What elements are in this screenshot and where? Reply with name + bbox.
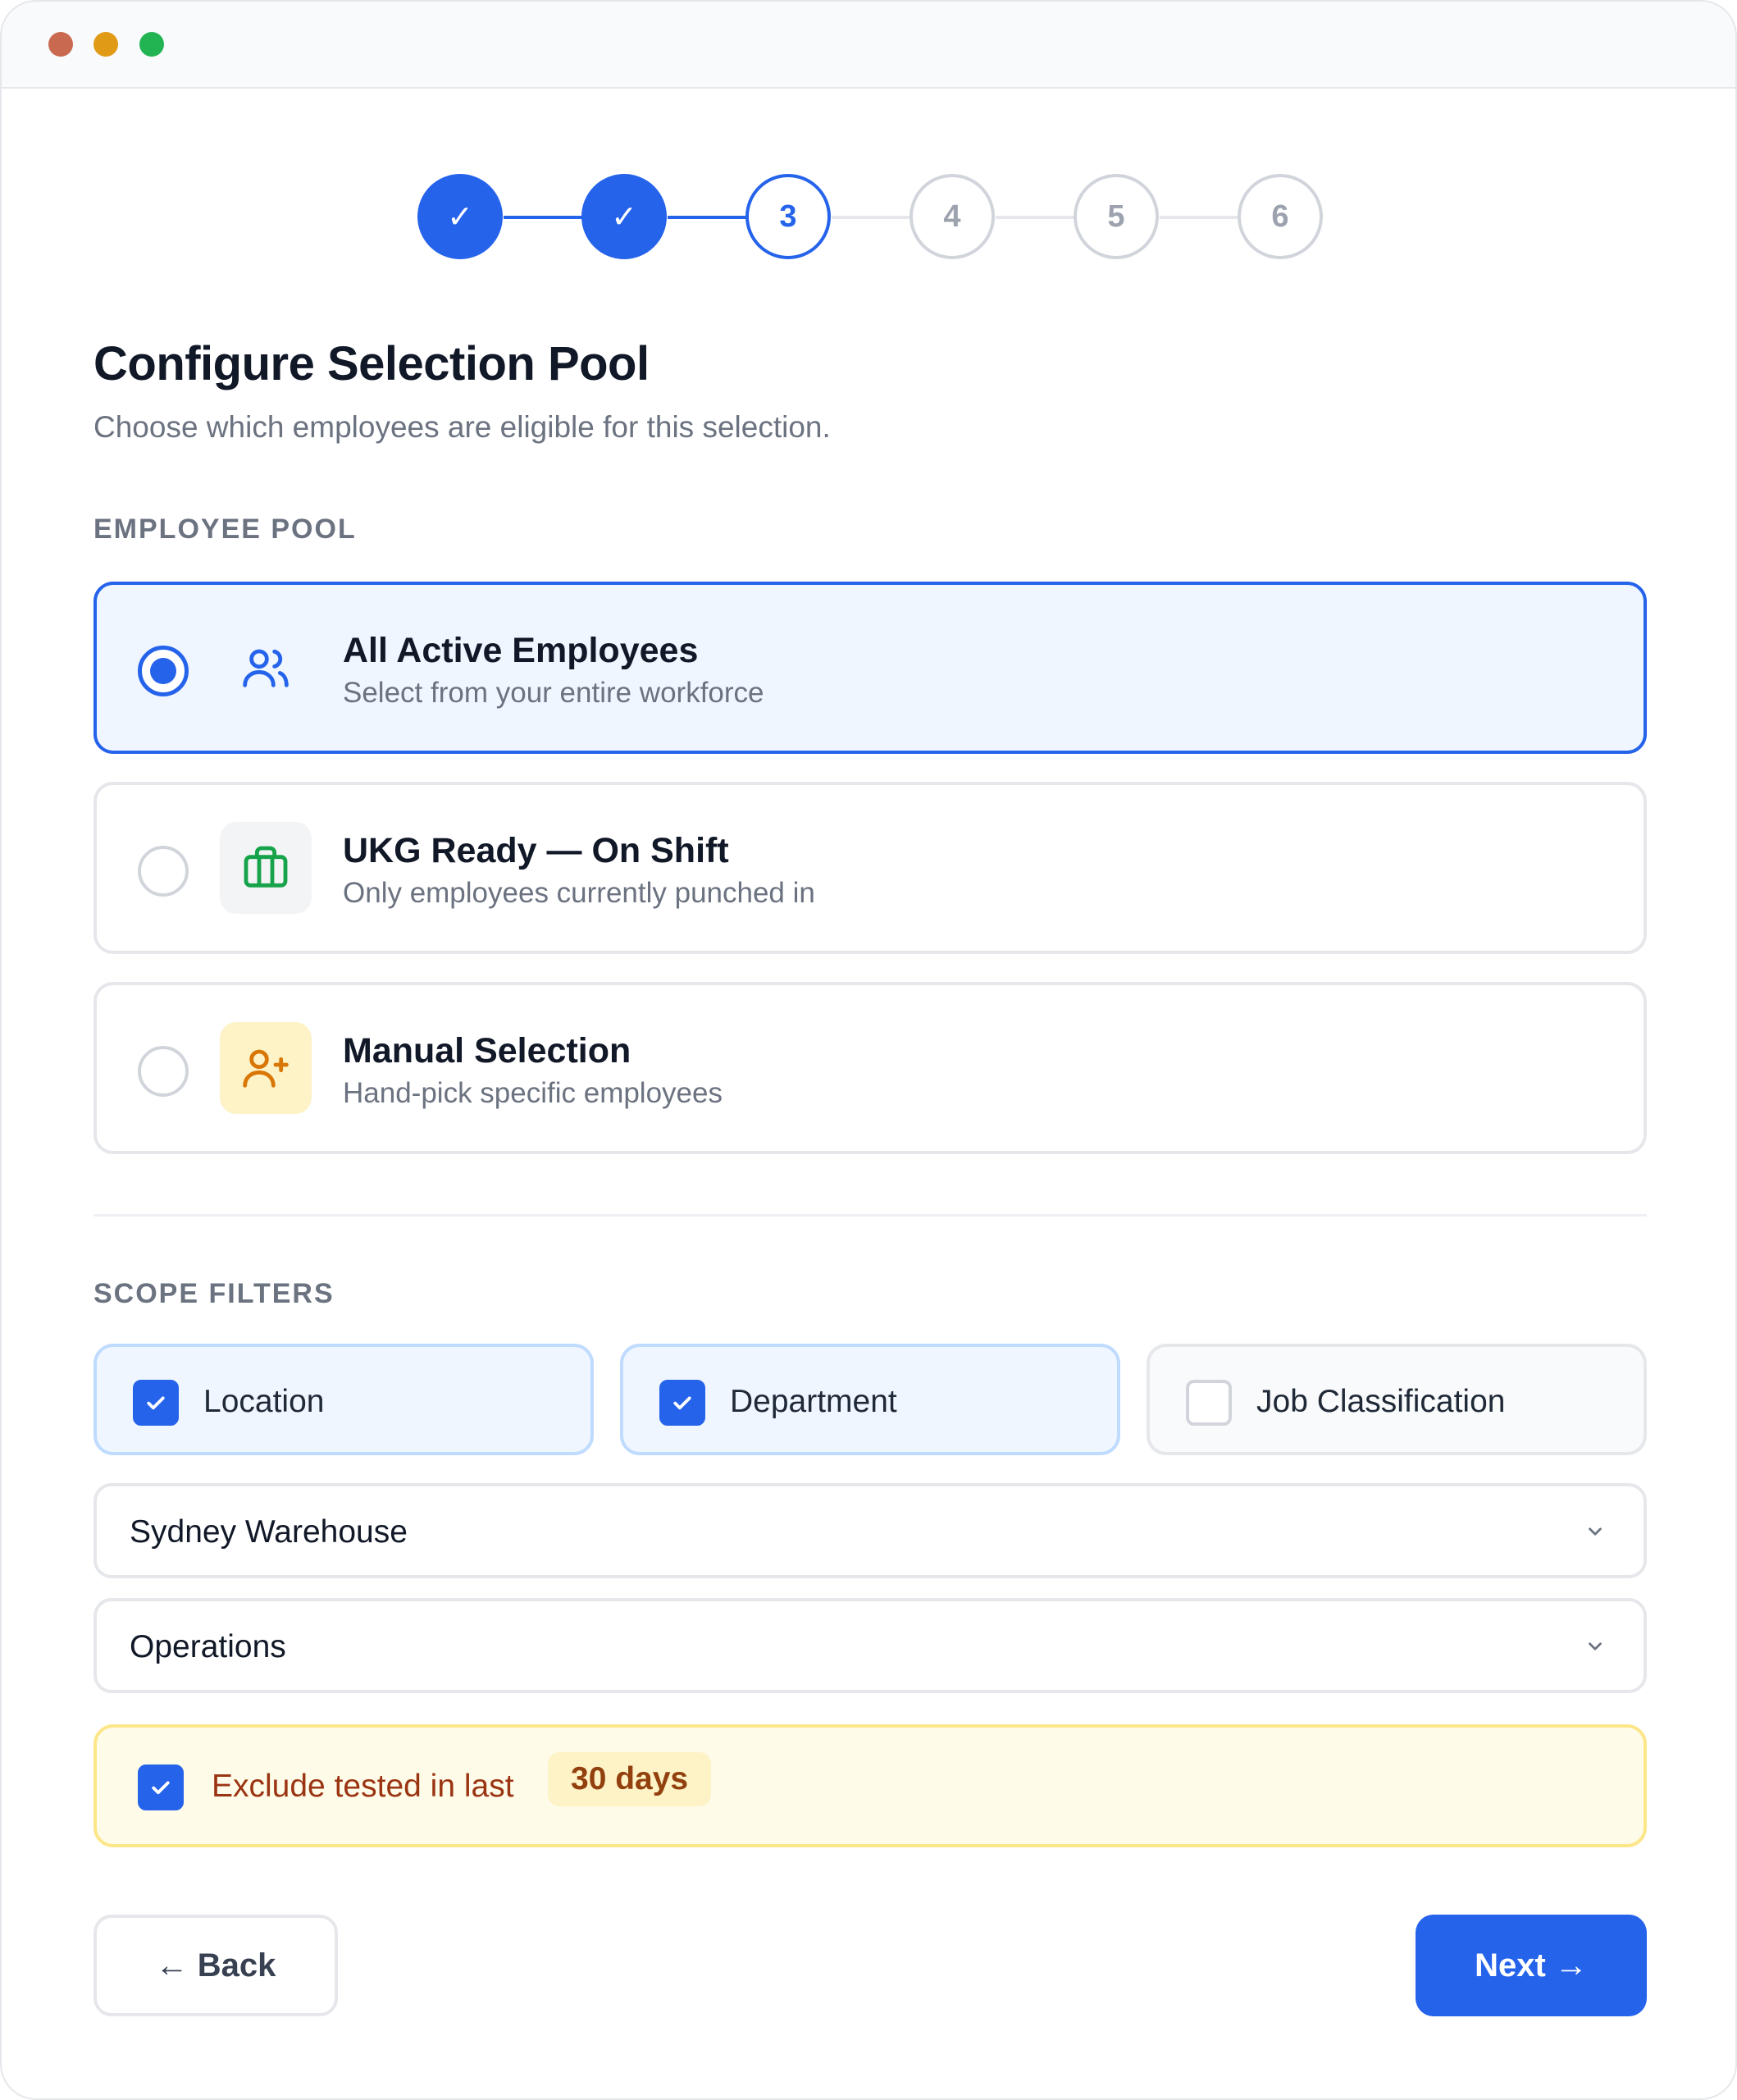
filter-location[interactable]: Location [93,1344,594,1455]
title-bar [2,2,1735,89]
check-icon: ✓ [611,199,637,235]
checkbox-unchecked[interactable] [1186,1380,1232,1426]
filter-job-classification[interactable]: Job Classification [1147,1344,1647,1455]
users-icon [220,622,312,714]
step-number: 5 [1107,199,1125,234]
filter-label: Location [203,1384,325,1419]
pool-option-all-active[interactable]: All Active Employees Select from your en… [93,582,1647,754]
checkbox-checked[interactable] [659,1380,705,1426]
pool-option-description: Select from your entire workforce [343,677,764,709]
step-connector [504,216,582,219]
page-subtitle: Choose which employees are eligible for … [93,410,831,444]
page-title: Configure Selection Pool [93,337,650,390]
step-4[interactable]: 4 [910,174,995,259]
minimize-window-button[interactable] [93,32,118,57]
radio-button[interactable] [138,846,189,897]
app-window: ✓ ✓ 3 4 5 6 Configure Selection Pool Cho… [0,0,1737,2100]
pool-option-description: Only employees currently punched in [343,877,815,909]
check-icon [147,1396,165,1410]
check-icon: ✓ [447,199,473,235]
select-value: Operations [130,1629,286,1664]
employee-pool-label: EMPLOYEE POOL [93,514,357,545]
filter-department[interactable]: Department [620,1344,1120,1455]
step-connector [1160,216,1238,219]
next-button[interactable]: Next → [1416,1915,1647,2016]
pool-option-description: Hand-pick specific employees [343,1077,723,1109]
radio-button[interactable] [138,1046,189,1097]
checkbox-checked[interactable] [138,1764,184,1810]
select-value: Sydney Warehouse [130,1514,408,1550]
step-number: 4 [943,199,961,234]
step-5[interactable]: 5 [1074,174,1159,259]
back-button[interactable]: ← Back [93,1915,338,2016]
pool-option-manual[interactable]: Manual Selection Hand-pick specific empl… [93,982,1647,1154]
step-2-complete[interactable]: ✓ [581,174,667,259]
briefcase-icon [220,822,312,914]
check-icon [152,1781,170,1795]
maximize-window-button[interactable] [139,32,164,57]
filter-label: Department [730,1384,897,1419]
step-number: 6 [1271,199,1289,234]
step-connector [668,216,746,219]
exclude-label: Exclude tested in last [212,1769,514,1804]
filter-label: Job Classification [1256,1384,1506,1419]
close-window-button[interactable] [48,32,73,57]
checkbox-checked[interactable] [133,1380,179,1426]
radio-button-selected[interactable] [138,646,189,696]
step-connector [996,216,1074,219]
pool-option-ukg-on-shift[interactable]: UKG Ready — On Shift Only employees curr… [93,782,1647,954]
section-divider [93,1214,1647,1217]
department-select[interactable]: Operations [93,1598,1647,1693]
step-1-complete[interactable]: ✓ [417,174,503,259]
days-badge[interactable]: 30 days [548,1752,712,1806]
chevron-down-icon [1589,1642,1602,1650]
check-icon [673,1396,691,1410]
step-3-current[interactable]: 3 [745,174,831,259]
exclude-recently-tested[interactable]: Exclude tested in last 30 days [93,1724,1647,1847]
progress-stepper: ✓ ✓ 3 4 5 6 [2,174,1735,261]
step-number: 3 [779,199,797,234]
chevron-down-icon [1589,1527,1602,1536]
step-connector [832,216,910,219]
pool-option-title: All Active Employees [343,631,699,670]
user-plus-icon [220,1022,312,1114]
pool-option-title: UKG Ready — On Shift [343,831,729,870]
scope-filters-label: SCOPE FILTERS [93,1278,335,1309]
step-6[interactable]: 6 [1238,174,1323,259]
pool-option-title: Manual Selection [343,1031,631,1071]
location-select[interactable]: Sydney Warehouse [93,1483,1647,1578]
